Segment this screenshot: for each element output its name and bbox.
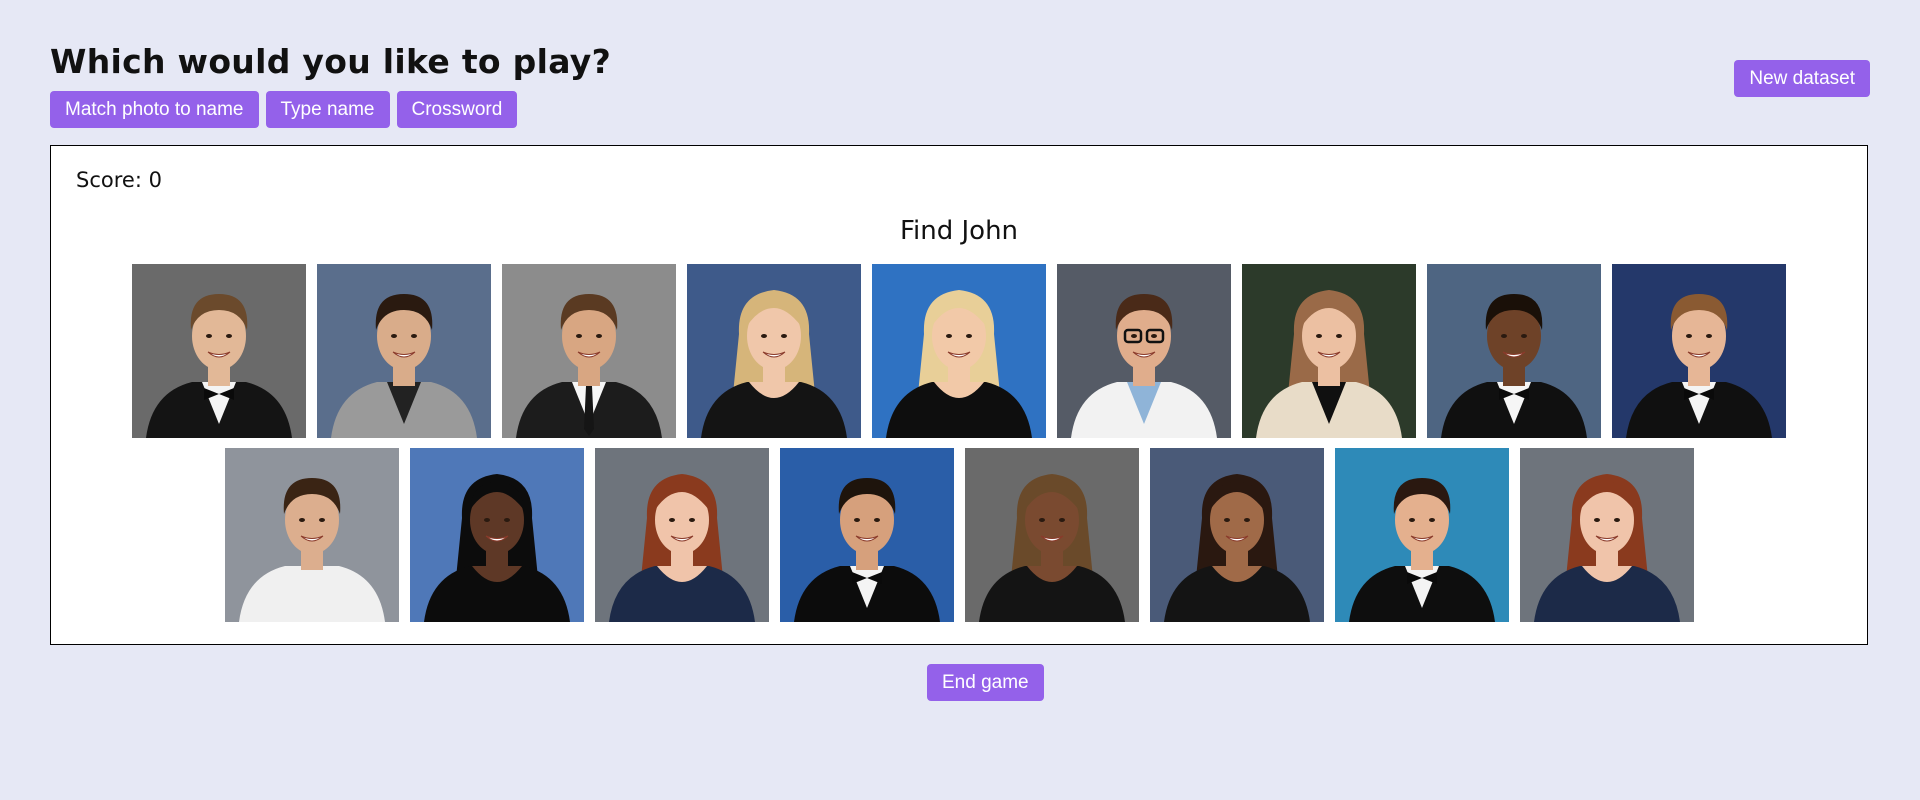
crossword-button[interactable]: Crossword	[396, 91, 518, 128]
jacket-portrait	[317, 264, 491, 438]
portrait-photo[interactable]	[1427, 264, 1601, 438]
game-mode-selector: Match photo to name Type name Crossword	[50, 91, 611, 128]
tuxedo-portrait	[1612, 264, 1786, 438]
match-photo-to-name-button[interactable]: Match photo to name	[50, 91, 259, 128]
portrait-photo[interactable]	[594, 448, 769, 622]
dress-portrait	[964, 448, 1139, 622]
dress-portrait	[872, 264, 1046, 438]
portrait-photo[interactable]	[1057, 264, 1231, 438]
tuxedo-portrait	[1334, 448, 1509, 622]
dress-portrait	[1149, 448, 1324, 622]
portrait-photo[interactable]	[1519, 448, 1694, 622]
portrait-photo[interactable]	[872, 264, 1046, 438]
portrait-photo[interactable]	[687, 264, 861, 438]
dress-portrait	[1519, 448, 1694, 622]
tuxedo-portrait	[779, 448, 954, 622]
photo-row	[51, 448, 1867, 622]
portrait-photo[interactable]	[224, 448, 399, 622]
tuxedo-portrait	[1427, 264, 1601, 438]
shirt-portrait	[224, 448, 399, 622]
portrait-photo[interactable]	[779, 448, 954, 622]
score-display: Score: 0	[76, 168, 162, 192]
photo-row	[51, 264, 1867, 438]
cardigan-portrait	[1242, 264, 1416, 438]
dress-portrait	[687, 264, 861, 438]
portrait-photo[interactable]	[317, 264, 491, 438]
game-panel: Score: 0 Find John	[50, 145, 1868, 645]
portrait-photo[interactable]	[1242, 264, 1416, 438]
portrait-photo[interactable]	[409, 448, 584, 622]
find-prompt: Find John	[899, 216, 1019, 246]
type-name-button[interactable]: Type name	[265, 91, 390, 128]
portrait-photo[interactable]	[1149, 448, 1324, 622]
tuxedo-portrait	[132, 264, 306, 438]
new-dataset-button[interactable]: New dataset	[1734, 60, 1870, 97]
header: Which would you like to play? Match phot…	[50, 38, 611, 128]
portrait-photo[interactable]	[1334, 448, 1509, 622]
portrait-photo[interactable]	[502, 264, 676, 438]
portrait-photo[interactable]	[1612, 264, 1786, 438]
dress-portrait	[409, 448, 584, 622]
dress-portrait	[594, 448, 769, 622]
page-title: Which would you like to play?	[50, 42, 612, 81]
portrait-photo[interactable]	[964, 448, 1139, 622]
suit-portrait	[502, 264, 676, 438]
portrait-photo[interactable]	[132, 264, 306, 438]
end-game-button[interactable]: End game	[927, 664, 1044, 701]
labcoat-portrait	[1057, 264, 1231, 438]
